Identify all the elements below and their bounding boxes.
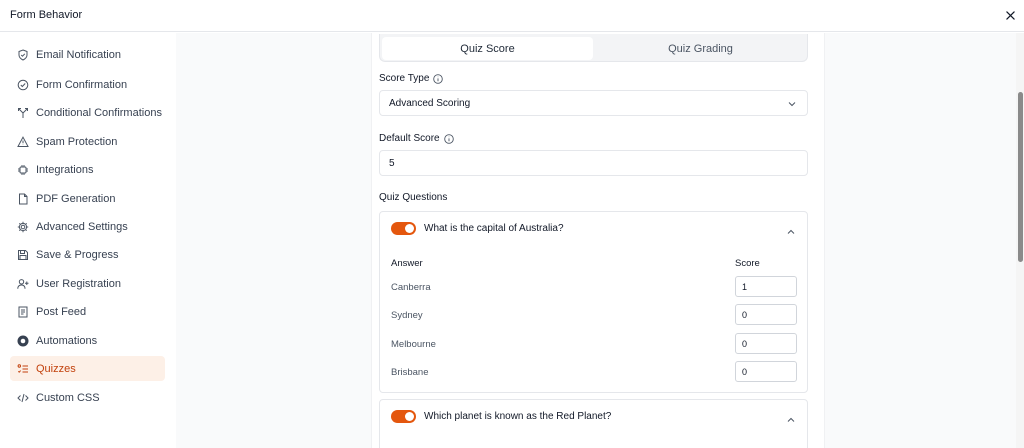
quiz-list-icon <box>17 363 29 375</box>
quiz-tabs: Quiz Score Quiz Grading <box>379 34 808 62</box>
sidebar-item-label: Quizzes <box>36 362 76 375</box>
close-icon[interactable] <box>1002 7 1018 23</box>
chevron-up-icon[interactable] <box>786 412 796 422</box>
sidebar-item-integrations[interactable]: Integrations <box>10 157 165 182</box>
sidebar-item-custom-css[interactable]: Custom CSS <box>10 385 165 410</box>
main-content: Quiz Score Quiz Grading Score Type Advan… <box>176 33 1016 448</box>
sidebar-item-email-notification[interactable]: Email Notification <box>10 42 165 67</box>
question-toggle[interactable] <box>391 410 416 423</box>
default-score-label: Default Score <box>379 133 454 144</box>
modal-header: Form Behavior <box>0 0 1024 32</box>
answer-label: Brisbane <box>391 367 429 378</box>
info-icon[interactable] <box>433 73 444 84</box>
answer-label: Canberra <box>391 282 431 293</box>
sidebar-item-label: Conditional Confirmations <box>36 106 162 119</box>
sidebar-item-save-progress[interactable]: Save & Progress <box>10 242 165 267</box>
code-icon <box>17 392 29 404</box>
sidebar-item-label: Spam Protection <box>36 135 118 148</box>
answer-score-input[interactable]: 0 <box>735 333 797 354</box>
shield-check-icon <box>17 48 29 61</box>
answer-label: Sydney <box>391 310 423 321</box>
answer-column-header: Answer <box>391 258 423 269</box>
score-type-label: Score Type <box>379 73 444 84</box>
score-type-value: Advanced Scoring <box>389 97 471 109</box>
quiz-questions-label: Quiz Questions <box>379 192 448 203</box>
question-header: What is the capital of Australia? <box>380 212 807 246</box>
question-toggle[interactable] <box>391 222 416 235</box>
sidebar-item-label: Email Notification <box>36 48 121 61</box>
sidebar-item-automations[interactable]: Automations <box>10 328 165 353</box>
sidebar-item-label: User Registration <box>36 277 121 290</box>
sidebar-item-label: Integrations <box>36 163 94 176</box>
sidebar-item-label: Post Feed <box>36 305 87 318</box>
score-type-select[interactable]: Advanced Scoring <box>379 90 808 116</box>
post-icon <box>17 306 29 318</box>
sidebar-item-pdf-generation[interactable]: PDF Generation <box>10 186 165 211</box>
sidebar-item-label: Custom CSS <box>36 391 100 404</box>
sidebar-item-spam-protection[interactable]: Spam Protection <box>10 129 165 154</box>
sidebar-item-label: Form Confirmation <box>36 78 128 91</box>
document-icon <box>17 193 29 205</box>
sidebar-item-post-feed[interactable]: Post Feed <box>10 299 165 324</box>
answer-score-input[interactable]: 0 <box>735 304 797 325</box>
question-header: Which planet is known as the Red Planet? <box>380 400 807 434</box>
user-plus-icon <box>17 278 29 290</box>
chip-icon <box>17 164 29 176</box>
modal-title: Form Behavior <box>10 9 83 21</box>
branch-icon <box>17 107 29 119</box>
save-icon <box>17 249 29 261</box>
sidebar-item-label: Save & Progress <box>36 248 119 261</box>
sidebar-item-label: Advanced Settings <box>36 220 128 233</box>
check-circle-icon <box>17 79 29 91</box>
answer-score-input[interactable]: 1 <box>735 276 797 297</box>
info-icon[interactable] <box>443 133 454 144</box>
score-column-header: Score <box>735 258 760 269</box>
answer-label: Melbourne <box>391 339 436 350</box>
tab-quiz-score[interactable]: Quiz Score <box>382 37 593 60</box>
sidebar-item-label: Automations <box>36 334 98 347</box>
answer-score-input[interactable]: 0 <box>735 361 797 382</box>
sidebar-item-label: PDF Generation <box>36 192 116 205</box>
question-text: What is the capital of Australia? <box>424 223 564 234</box>
scrollbar-thumb[interactable] <box>1018 92 1023 262</box>
question-text: Which planet is known as the Red Planet? <box>424 411 612 422</box>
tab-quiz-grading[interactable]: Quiz Grading <box>595 37 806 60</box>
default-score-value: 5 <box>389 157 395 169</box>
chevron-down-icon <box>787 99 797 109</box>
sidebar-item-advanced-settings[interactable]: Advanced Settings <box>10 214 165 239</box>
sidebar-item-conditional-confirmations[interactable]: Conditional Confirmations <box>10 100 165 125</box>
sidebar-item-user-registration[interactable]: User Registration <box>10 271 165 296</box>
quiz-settings-panel: Quiz Score Quiz Grading Score Type Advan… <box>371 33 825 448</box>
question-card: What is the capital of Australia? Answer… <box>379 211 808 393</box>
gear-icon <box>17 221 29 233</box>
sidebar: Email Notification Form Confirmation Con… <box>0 33 176 448</box>
warning-icon <box>17 135 29 148</box>
automation-icon <box>17 335 29 347</box>
sidebar-item-quizzes[interactable]: Quizzes <box>10 356 165 381</box>
question-card: Which planet is known as the Red Planet? <box>379 399 808 448</box>
chevron-up-icon[interactable] <box>786 224 796 234</box>
default-score-input[interactable]: 5 <box>379 150 808 176</box>
sidebar-item-form-confirmation[interactable]: Form Confirmation <box>10 72 165 97</box>
